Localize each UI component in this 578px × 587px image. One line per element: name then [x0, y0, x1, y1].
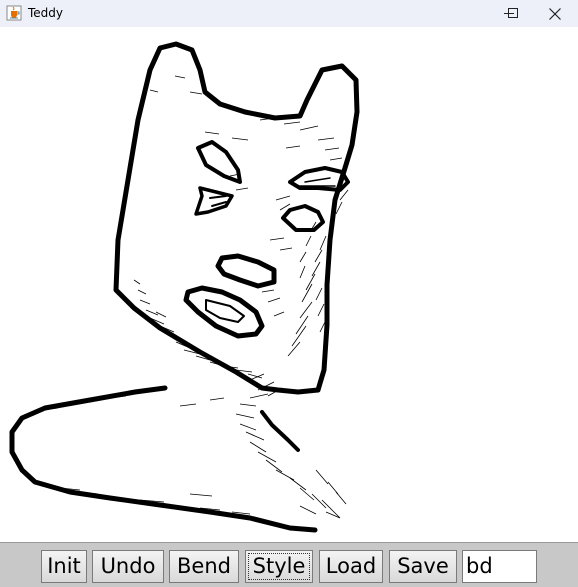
- maximize-button[interactable]: [490, 0, 536, 27]
- bend-button[interactable]: Bend: [169, 550, 239, 583]
- mouth: [183, 285, 265, 339]
- drawing-canvas[interactable]: [0, 27, 578, 542]
- window-title: Teddy: [28, 6, 64, 20]
- init-button[interactable]: Init: [41, 550, 87, 583]
- save-button[interactable]: Save: [389, 550, 457, 583]
- body-inner-line: [260, 410, 300, 452]
- undo-button[interactable]: Undo: [92, 550, 164, 583]
- teddy-drawing: [9, 41, 360, 533]
- filename-field[interactable]: bd: [462, 550, 537, 583]
- java-cup-icon: [6, 5, 22, 21]
- left-eye: [194, 186, 234, 216]
- style-button[interactable]: Style: [245, 550, 313, 583]
- toolbar: Init Undo Bend Style Load Save bd: [0, 542, 578, 587]
- body-outline: [9, 385, 318, 533]
- maximize-icon: [507, 8, 518, 18]
- right-eye: [281, 204, 325, 232]
- title-bar: Teddy: [0, 0, 578, 27]
- close-icon: [549, 7, 561, 20]
- load-button[interactable]: Load: [319, 550, 383, 583]
- close-button[interactable]: [532, 0, 578, 27]
- nose: [215, 253, 277, 289]
- left-eyebrow: [196, 140, 242, 184]
- shading-hatching: [39, 75, 349, 519]
